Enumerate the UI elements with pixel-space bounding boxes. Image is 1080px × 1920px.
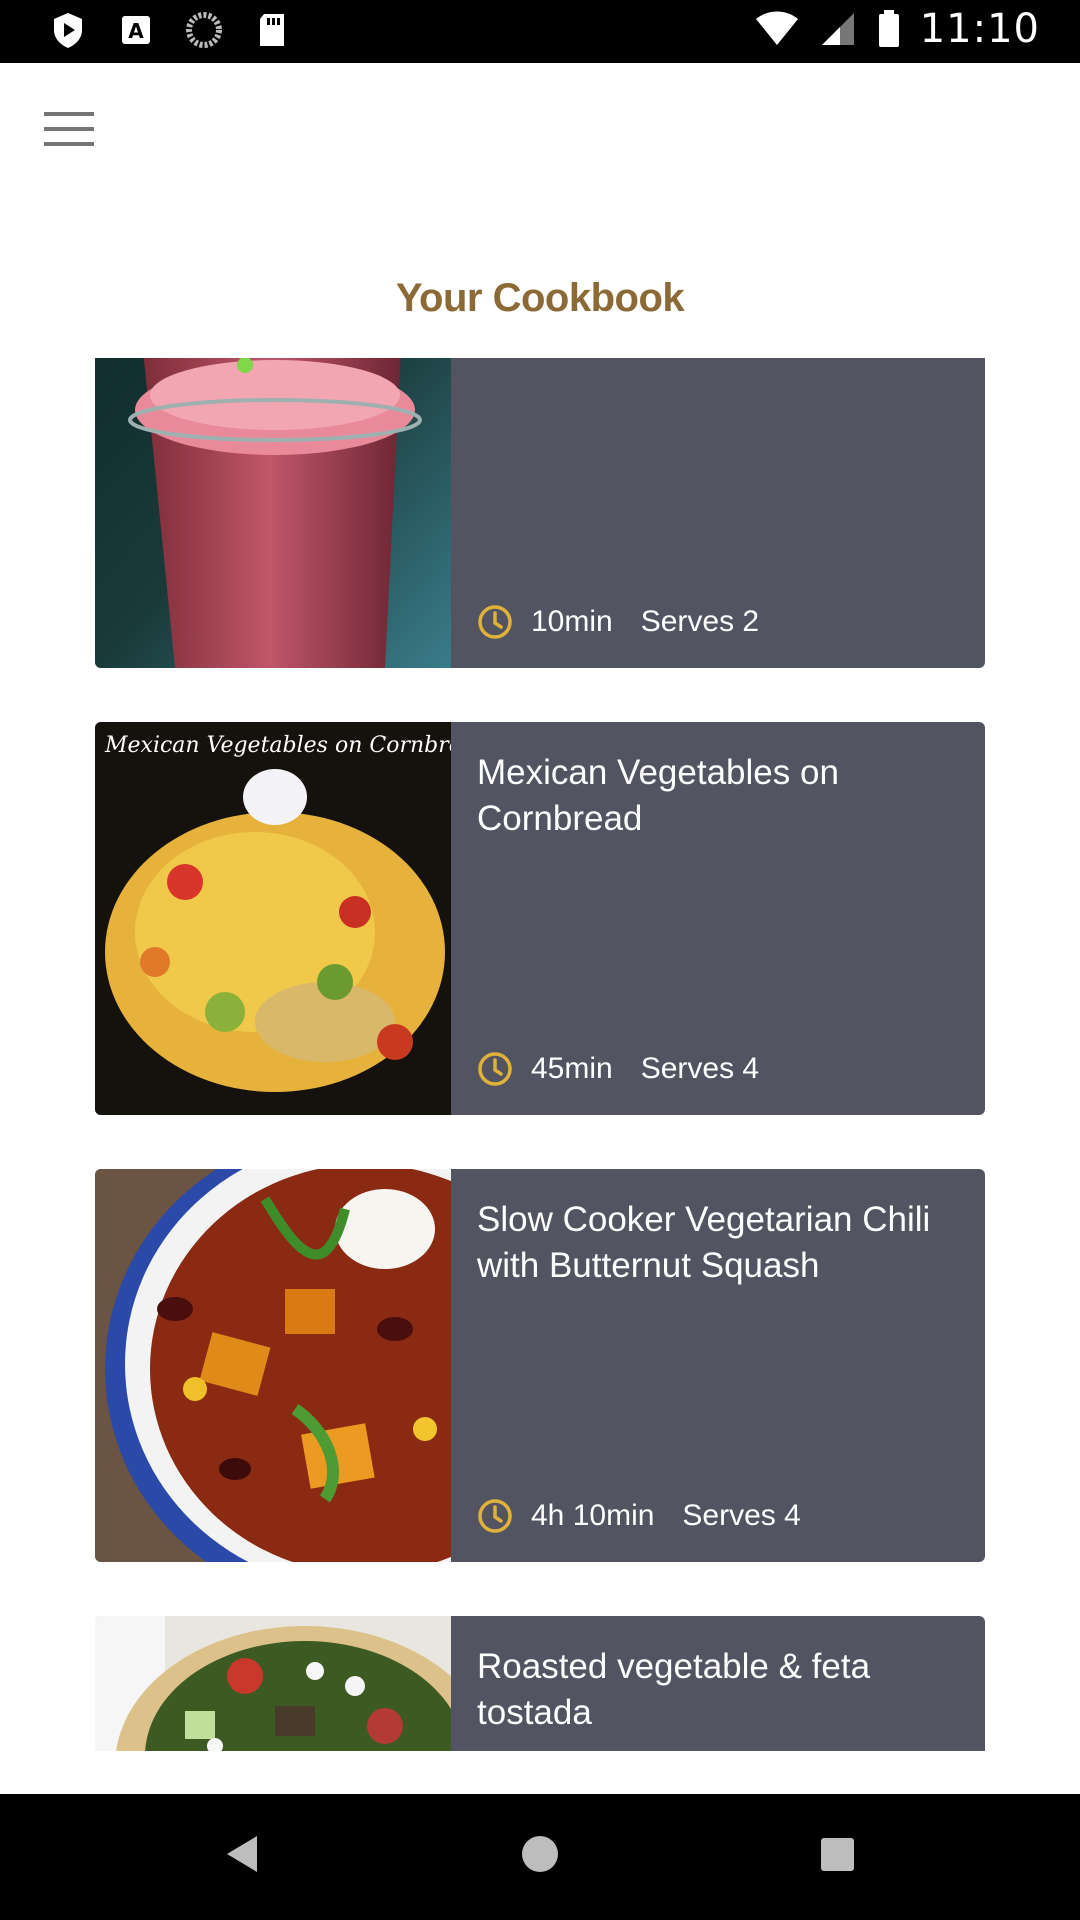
clock-icon: [478, 1052, 512, 1086]
recipe-serves: Serves 4: [640, 1052, 760, 1085]
recipe-list[interactable]: 10min Serves 2 Mexican Vegetables on Cor…: [95, 358, 985, 1751]
recipe-card[interactable]: Roasted vegetable & feta tostada: [95, 1616, 985, 1751]
recipe-time: 10min: [531, 605, 613, 638]
image-caption: Mexican Vegetables on Cornbread: [104, 733, 451, 758]
recipe-image: [95, 358, 451, 668]
clock-time: 11:10: [919, 6, 1040, 52]
back-triangle-icon[interactable]: [225, 1834, 259, 1874]
svg-text:A: A: [128, 19, 144, 43]
recipe-serves: Serves 2: [640, 605, 760, 638]
recipe-image: Mexican Vegetables on Cornbread: [95, 722, 451, 1115]
sd-card-icon: [260, 14, 284, 46]
recipe-meta: 4h 10min Serves 4: [477, 1498, 801, 1534]
page-title: Your Cookbook: [395, 276, 685, 320]
recipe-card[interactable]: 10min Serves 2: [95, 358, 985, 668]
recipe-title: Slow Cooker Vegetarian Chili with Butter…: [477, 1200, 931, 1285]
recipe-serves: Serves 4: [682, 1499, 801, 1532]
sync-icon: [186, 12, 222, 48]
recipe-time: 4h 10min: [531, 1499, 655, 1532]
recipe-title: Roasted vegetable & feta tostada: [477, 1647, 871, 1732]
recipe-card[interactable]: Slow Cooker Vegetarian Chili with Butter…: [95, 1169, 985, 1562]
clock-icon: [478, 605, 512, 639]
hamburger-menu-icon[interactable]: [44, 112, 100, 160]
status-bar: A 11:10: [0, 0, 1080, 63]
battery-icon: [878, 10, 899, 47]
recipe-image: [95, 1616, 451, 1751]
recipe-meta: 10min Serves 2: [477, 604, 759, 640]
clock-icon: [478, 1499, 512, 1533]
accessibility-icon: A: [122, 16, 150, 44]
recipe-meta: 45min Serves 4: [477, 1051, 759, 1087]
recipe-time: 45min: [531, 1052, 613, 1085]
navigation-bar: [0, 1794, 1080, 1920]
home-circle-icon[interactable]: [522, 1836, 558, 1872]
recipe-card[interactable]: Mexican Vegetables on Cornbread Mexican …: [95, 722, 985, 1115]
recents-square-icon[interactable]: [821, 1838, 854, 1871]
recipe-image: [95, 1169, 451, 1562]
signal-icon: [821, 13, 854, 45]
wifi-icon: [755, 11, 798, 45]
play-protect-icon: [54, 13, 82, 48]
recipe-title: Mexican Vegetables on Cornbread: [477, 753, 839, 838]
